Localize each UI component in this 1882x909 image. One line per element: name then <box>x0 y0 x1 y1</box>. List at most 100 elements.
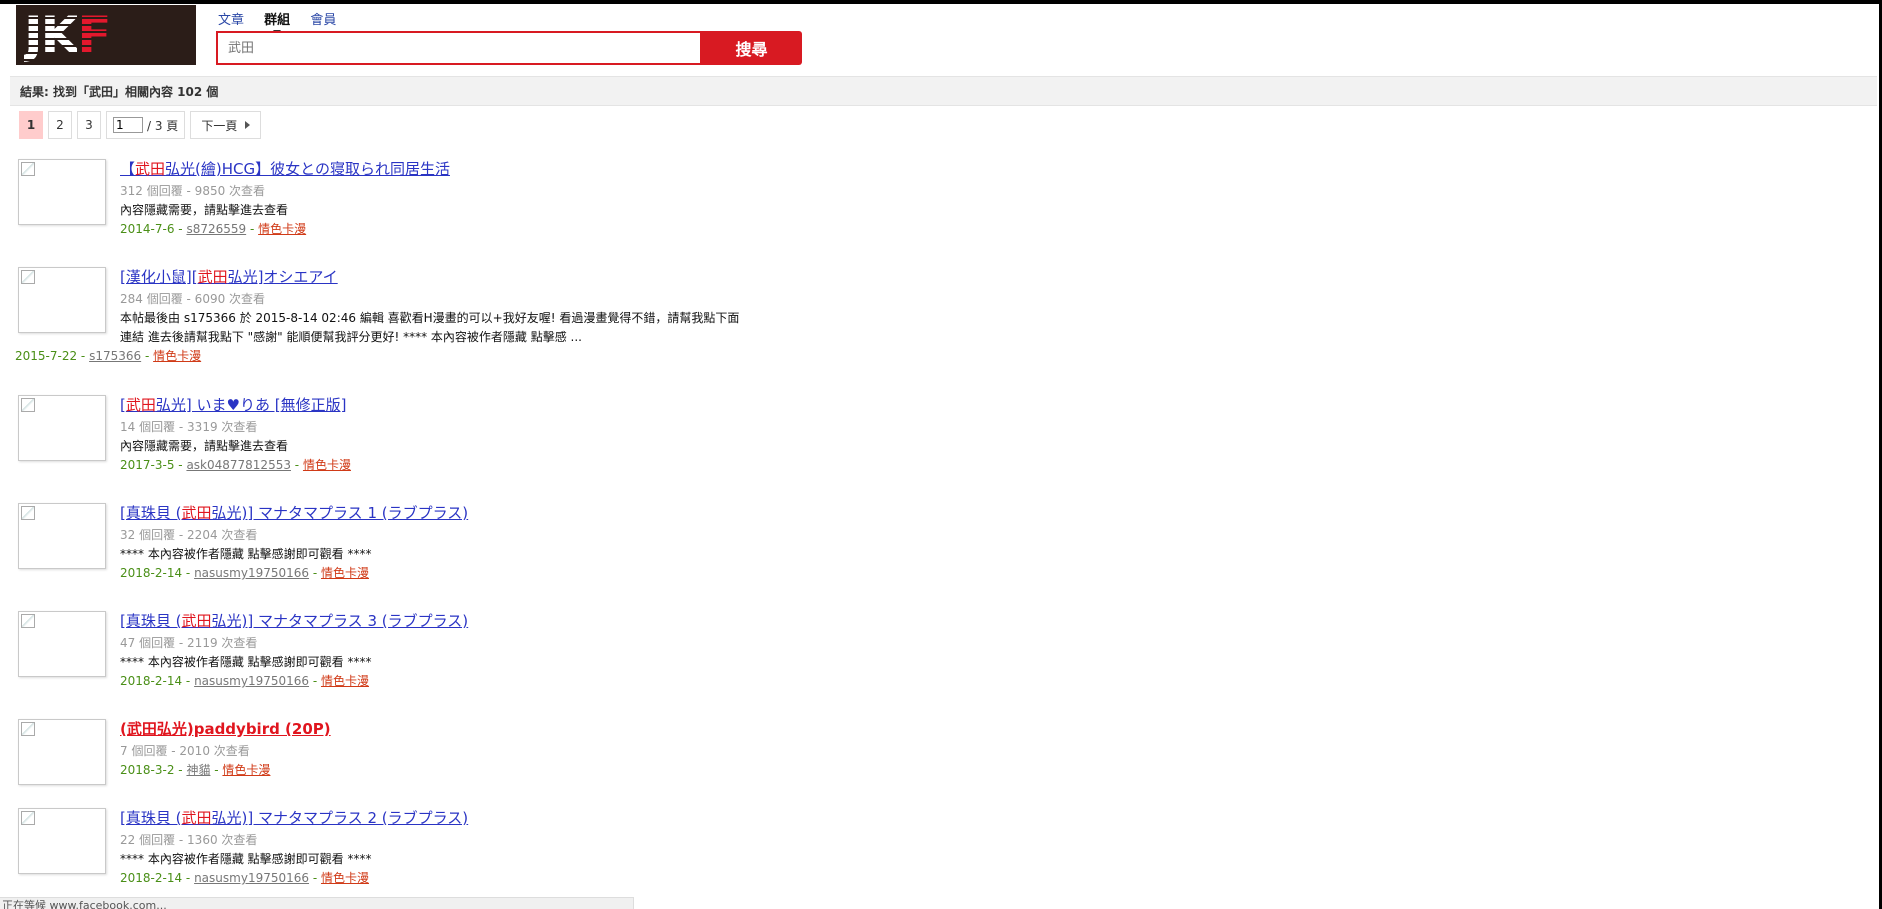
title-text: 弘光(繪)HCG】彼女との寝取られ同居生活 <box>165 160 450 178</box>
result-stats: 32 個回覆 - 2204 次查看 <box>120 528 258 542</box>
title-keyword-highlight: 武田 <box>181 809 212 827</box>
result-thumbnail[interactable] <box>18 267 106 333</box>
nav-groups[interactable]: 群組 <box>264 9 290 35</box>
result-title-link[interactable]: [真珠貝 (武田弘光)] マナタマプラス 1 (ラブプラス) <box>120 503 800 523</box>
result-title-link[interactable]: [真珠貝 (武田弘光)] マナタマプラス 2 (ラブプラス) <box>120 808 800 828</box>
title-text: [真珠貝 ( <box>120 612 182 630</box>
search-button[interactable]: 搜尋 <box>701 31 802 65</box>
result-info: 2014-7-6 - s8726559 - 情色卡漫 <box>120 222 307 236</box>
broken-image-icon <box>21 614 35 628</box>
logo-accent-text: F <box>77 6 112 64</box>
title-text: [漢化小鼠][ <box>120 268 198 286</box>
result-category-link[interactable]: 情色卡漫 <box>321 674 369 688</box>
result-info: 2018-2-14 - nasusmy19750166 - 情色卡漫 <box>120 674 369 688</box>
result-date: 2018-2-14 <box>120 566 183 580</box>
title-keyword-highlight: 武田 <box>135 160 166 178</box>
title-text: [真珠貝 ( <box>120 809 182 827</box>
result-summary: 結果: 找到「武田」相關內容 102 個 <box>10 76 1877 106</box>
result-body: [真珠貝 (武田弘光)] マナタマプラス 2 (ラブプラス) 22 個回覆 - 1… <box>120 808 800 888</box>
result-category-link[interactable]: 情色卡漫 <box>153 349 201 363</box>
search-box <box>216 31 702 65</box>
result-category-link[interactable]: 情色卡漫 <box>303 458 351 472</box>
result-thumbnail[interactable] <box>18 611 106 677</box>
broken-image-icon <box>21 506 35 520</box>
result-author-link[interactable]: s8726559 <box>186 222 246 236</box>
result-description: **** 本內容被作者隱藏 點擊感謝即可觀看 **** <box>120 852 372 866</box>
pagination: 1 2 3 / 3 頁 下一頁 <box>19 111 262 139</box>
result-author-link[interactable]: s175366 <box>89 349 141 363</box>
result-description: 內容隱藏需要，請點擊進去查看 <box>120 439 289 453</box>
result-date: 2018-3-2 <box>120 763 175 777</box>
browser-status-bar: 正在等候 www.facebook.com... <box>0 897 634 909</box>
broken-image-icon <box>21 162 35 176</box>
result-body: [真珠貝 (武田弘光)] マナタマプラス 1 (ラブプラス) 32 個回覆 - 2… <box>120 503 800 583</box>
result-description: **** 本內容被作者隱藏 點擊感謝即可觀看 **** <box>120 547 372 561</box>
broken-image-icon <box>21 398 35 412</box>
result-body: (武田弘光)paddybird (20P) 7 個回覆 - 2010 次查看 201… <box>120 719 800 780</box>
result-title-link[interactable]: [漢化小鼠][武田弘光]オシエアイ <box>120 267 800 287</box>
result-stats: 14 個回覆 - 3319 次查看 <box>120 420 258 434</box>
result-thumbnail[interactable] <box>18 719 106 785</box>
title-keyword-highlight: 武田 <box>197 268 228 286</box>
page-1-button[interactable]: 1 <box>19 111 43 139</box>
result-author-link[interactable]: nasusmy19750166 <box>194 674 309 688</box>
result-title-link[interactable]: [真珠貝 (武田弘光)] マナタマプラス 3 (ラブプラス) <box>120 611 800 631</box>
result-author-link[interactable]: ask04877812553 <box>186 458 291 472</box>
result-title-link[interactable]: 【武田弘光(繪)HCG】彼女との寝取られ同居生活 <box>120 159 800 179</box>
title-text: [真珠貝 ( <box>120 504 182 522</box>
page-jump: / 3 頁 <box>106 111 186 139</box>
result-date: 2018-2-14 <box>120 871 183 885</box>
result-stats: 312 個回覆 - 9850 次查看 <box>120 184 266 198</box>
title-keyword-highlight: 武田 <box>181 504 212 522</box>
title-text: (武田弘光)paddybird (20P) <box>120 720 331 738</box>
result-body: 【武田弘光(繪)HCG】彼女との寝取られ同居生活 312 個回覆 - 9850 次… <box>120 159 800 239</box>
result-date: 2015-7-22 <box>15 349 78 363</box>
nav-members[interactable]: 會員 <box>310 9 336 28</box>
result-title-link[interactable]: [武田弘光] いま♥りあ [無修正版] <box>120 395 800 415</box>
page-2-button[interactable]: 2 <box>48 111 72 139</box>
result-body: [真珠貝 (武田弘光)] マナタマプラス 3 (ラブプラス) 47 個回覆 - 2… <box>120 611 800 691</box>
result-stats: 47 個回覆 - 2119 次查看 <box>120 636 258 650</box>
result-author-link[interactable]: nasusmy19750166 <box>194 871 309 885</box>
result-date: 2014-7-6 <box>120 222 175 236</box>
result-description: 連結 進去後請幫我點下 "感謝" 能順便幫我評分更好! **** 本內容被作者隱… <box>120 330 582 344</box>
result-category-link[interactable]: 情色卡漫 <box>258 222 306 236</box>
search-input[interactable] <box>218 33 700 63</box>
jkf-logo[interactable]: JK F <box>16 5 196 65</box>
page: JKF 文章 群組 會員 搜尋 結果: 找到「武田」相關內容 102 個 1 2… <box>0 4 1879 909</box>
result-thumbnail[interactable] <box>18 395 106 461</box>
result-thumbnail[interactable] <box>18 808 106 874</box>
title-text: 弘光] いま♥りあ [無修正版] <box>155 396 347 414</box>
result-info: 2018-2-14 - nasusmy19750166 - 情色卡漫 <box>120 871 369 885</box>
result-thumbnail[interactable] <box>18 503 106 569</box>
result-title-link[interactable]: (武田弘光)paddybird (20P) <box>120 719 800 739</box>
result-category-link[interactable]: 情色卡漫 <box>321 871 369 885</box>
broken-image-icon <box>21 722 35 736</box>
result-date: 2018-2-14 <box>120 674 183 688</box>
result-info: 2018-2-14 - nasusmy19750166 - 情色卡漫 <box>120 566 369 580</box>
result-author-link[interactable]: nasusmy19750166 <box>194 566 309 580</box>
result-info: 2017-3-5 - ask04877812553 - 情色卡漫 <box>120 458 351 472</box>
page-3-button[interactable]: 3 <box>77 111 101 139</box>
title-text: 弘光)] マナタマプラス 1 (ラブプラス) <box>211 504 469 522</box>
result-description: 本帖最後由 s175366 於 2015-8-14 02:46 編輯 喜歡看H漫… <box>120 311 740 325</box>
nav-articles[interactable]: 文章 <box>218 9 244 28</box>
result-description: 內容隱藏需要，請點擊進去查看 <box>120 203 289 217</box>
result-body: [漢化小鼠][武田弘光]オシエアイ 284 個回覆 - 6090 次查看本帖最後由… <box>15 267 800 366</box>
title-keyword-highlight: 武田 <box>125 396 156 414</box>
title-text: 弘光)] マナタマプラス 2 (ラブプラス) <box>211 809 469 827</box>
result-author-link[interactable]: 神貓 <box>186 763 210 777</box>
result-category-link[interactable]: 情色卡漫 <box>222 763 270 777</box>
result-info: 2015-7-22 - s175366 - 情色卡漫 <box>15 349 202 363</box>
title-keyword-highlight: 武田 <box>181 612 212 630</box>
page-jump-input[interactable] <box>113 117 143 133</box>
search-type-nav: 文章 群組 會員 <box>218 9 352 35</box>
next-page-button[interactable]: 下一頁 <box>190 111 262 139</box>
result-info: 2018-3-2 - 神貓 - 情色卡漫 <box>120 763 271 777</box>
result-thumbnail[interactable] <box>18 159 106 225</box>
next-page-label: 下一頁 <box>201 118 238 133</box>
result-stats: 284 個回覆 - 6090 次查看 <box>120 292 266 306</box>
arrow-right-icon <box>245 121 251 129</box>
result-category-link[interactable]: 情色卡漫 <box>321 566 369 580</box>
title-text: 弘光)] マナタマプラス 3 (ラブプラス) <box>211 612 469 630</box>
